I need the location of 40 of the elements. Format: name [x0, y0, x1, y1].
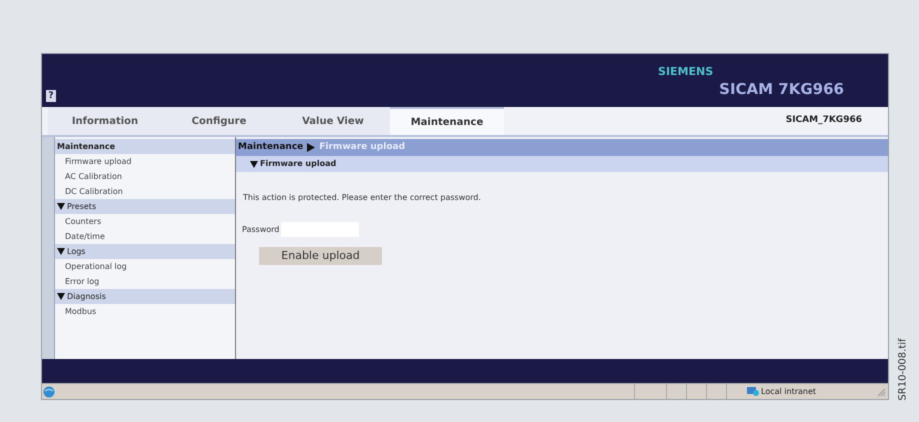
section-title: Firmware upload — [260, 158, 336, 170]
sidebar-group-header[interactable]: Presets — [55, 199, 235, 214]
breadcrumb-current: Firmware upload — [319, 140, 406, 154]
nav-tab[interactable]: Maintenance — [390, 107, 504, 135]
expand-arrow-icon — [57, 203, 65, 210]
sidebar-group-title: Maintenance — [57, 140, 116, 152]
expand-arrow-icon — [57, 293, 65, 300]
figure-label: SR10-008.tif — [896, 337, 910, 403]
sidebar-group-header[interactable]: Logs — [55, 244, 235, 259]
sidebar-group-title: Presets — [67, 200, 96, 212]
expand-arrow-icon — [57, 248, 65, 255]
sidebar-item[interactable]: DC Calibration — [55, 184, 235, 199]
nav-tab[interactable]: Configure — [162, 107, 276, 135]
device-name: SICAM_7KG966 — [786, 114, 862, 126]
resize-grip-icon — [876, 386, 886, 396]
sidebar-item[interactable]: Modbus — [55, 304, 235, 319]
sidebar-item[interactable]: Error log — [55, 274, 235, 289]
sidebar-item[interactable]: Firmware upload — [55, 154, 235, 169]
sidebar-item[interactable]: Operational log — [55, 259, 235, 274]
sidebar-item[interactable]: Counters — [55, 214, 235, 229]
help-button[interactable]: ? — [46, 90, 56, 102]
expand-arrow-icon — [250, 160, 258, 168]
product-title: SICAM 7KG966 — [719, 78, 844, 100]
sidebar-group-title: Diagnosis — [67, 290, 106, 302]
password-label: Password — [242, 224, 280, 236]
sidebar-item[interactable]: Date/time — [55, 229, 235, 244]
breadcrumb-arrow-icon — [307, 143, 316, 152]
brand-logo: SIEMENS — [658, 64, 714, 80]
breadcrumb-link[interactable]: Maintenance — [238, 140, 304, 154]
nav-tab[interactable]: Value View — [276, 107, 390, 135]
protection-message: This action is protected. Please enter the correct password. — [243, 192, 482, 204]
enable-upload-button[interactable]: Enable upload — [259, 247, 382, 265]
sidebar-item[interactable]: AC Calibration — [55, 169, 235, 184]
globe-icon — [43, 386, 55, 398]
sidebar-group-title: Logs — [67, 246, 86, 258]
sidebar-group-header[interactable]: Diagnosis — [55, 289, 235, 304]
sidebar-group-header[interactable]: Maintenance — [55, 139, 235, 154]
network-icon — [747, 386, 759, 397]
zone-label: Local intranet — [761, 386, 816, 398]
nav-tab[interactable]: Information — [48, 107, 162, 135]
